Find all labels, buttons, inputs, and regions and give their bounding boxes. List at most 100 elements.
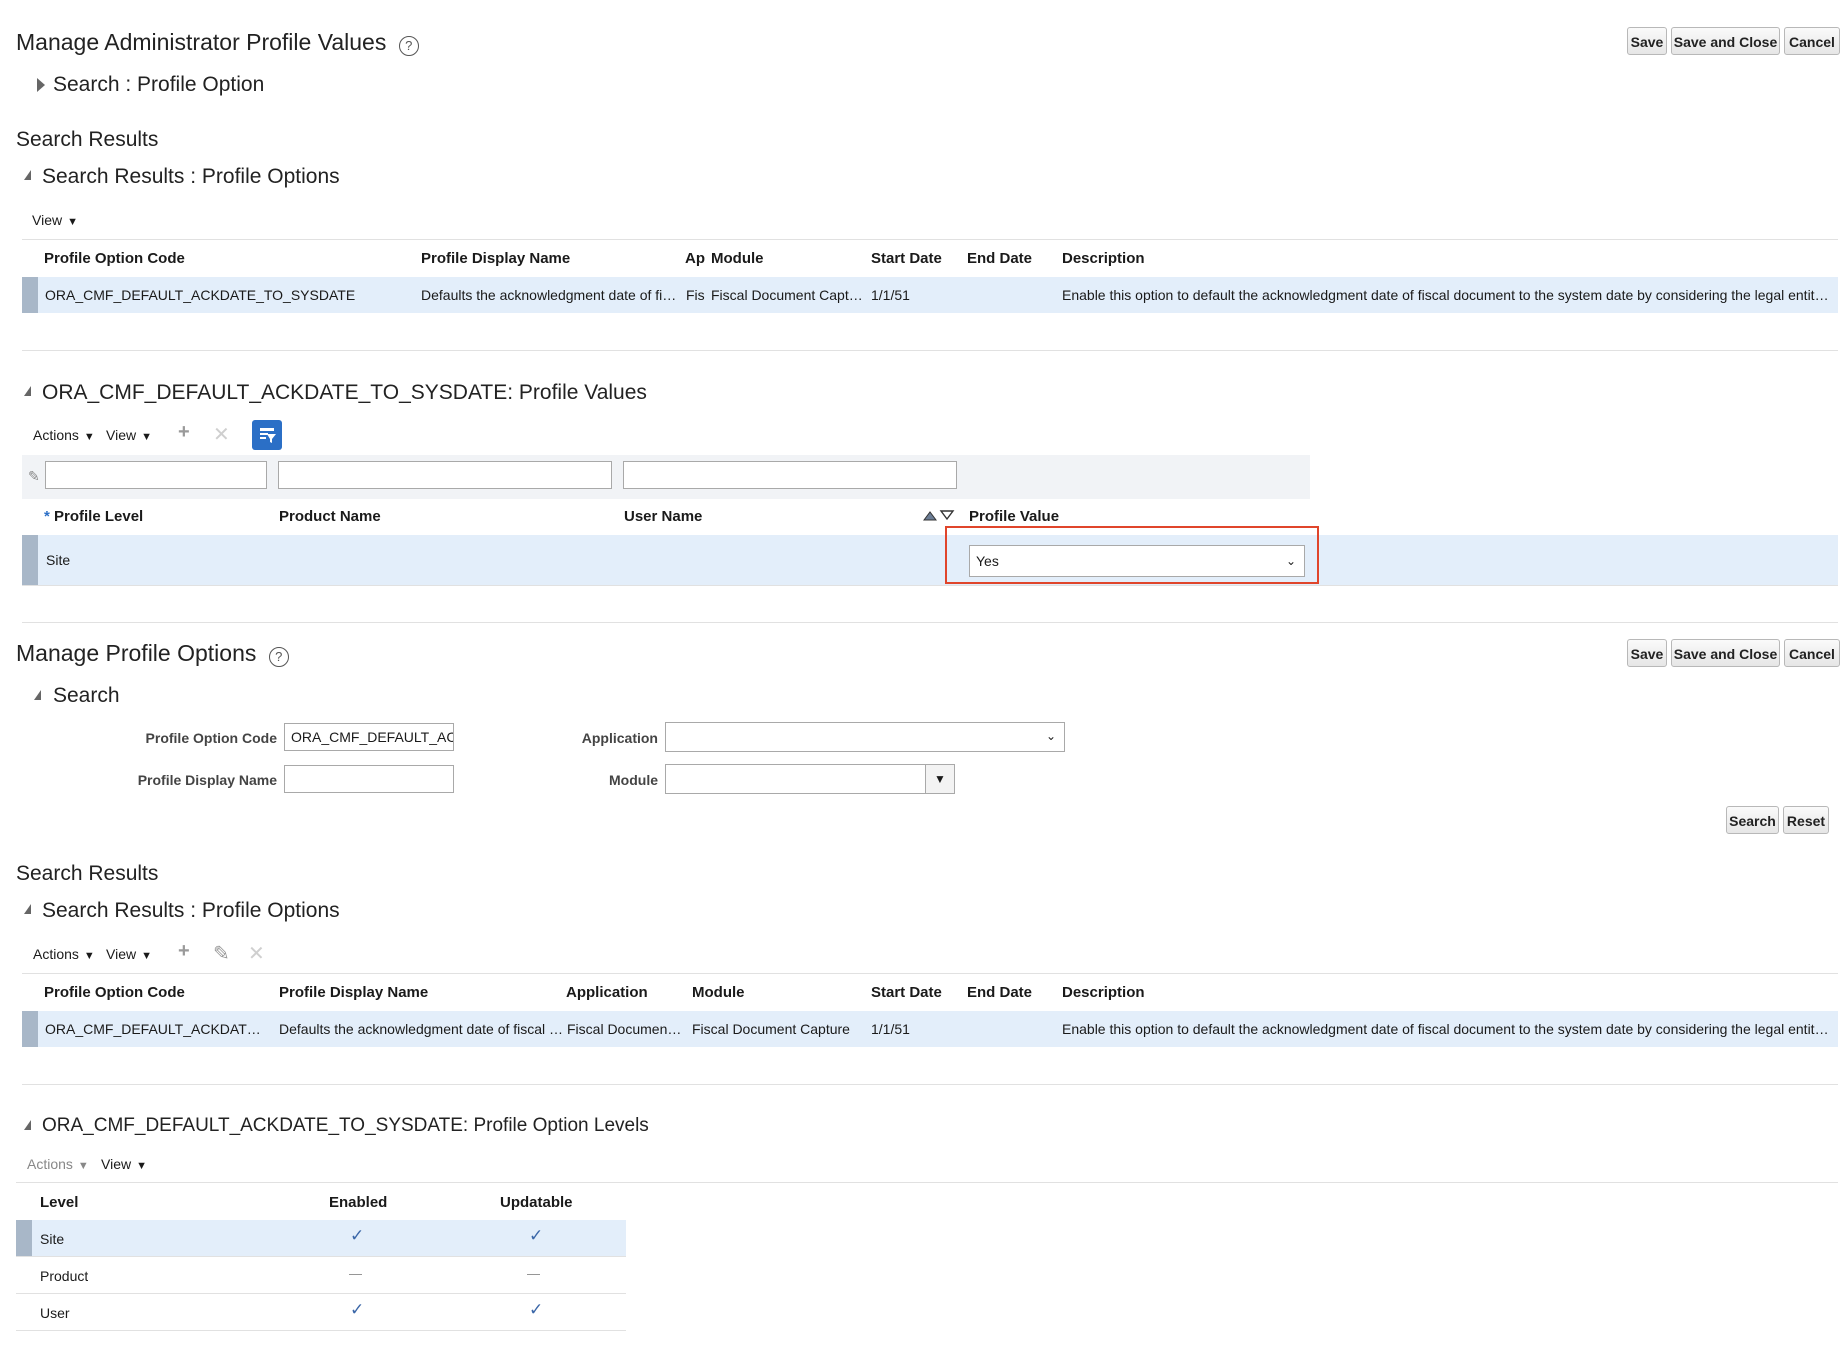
help-circle-icon[interactable]: ? <box>268 647 289 667</box>
profile-value-select[interactable]: Yes ⌄ <box>969 545 1305 577</box>
checkmark-icon: ✓ <box>350 1226 365 1245</box>
cell-display-name: Defaults the acknowledgment date of fi… <box>421 287 677 303</box>
x-icon[interactable]: ✕ <box>248 941 265 966</box>
checkmark-icon: ✓ <box>350 1300 365 1319</box>
level-row-user[interactable]: User ✓ ✓ <box>16 1294 626 1330</box>
col-start-date[interactable]: Start Date <box>871 250 942 267</box>
actions-menu[interactable]: Actions ▼ <box>33 946 95 962</box>
actions-menu[interactable]: Actions ▼ <box>33 427 95 443</box>
filter-user-name-input[interactable] <box>623 461 957 489</box>
divider <box>22 973 1838 974</box>
col-profile-option-code[interactable]: Profile Option Code <box>44 250 185 267</box>
cell-description: Enable this option to default the acknow… <box>1062 1021 1834 1037</box>
expand-triangle-icon[interactable] <box>37 78 45 92</box>
table-row[interactable]: ORA_CMF_DEFAULT_ACKDATE_T… Defaults the … <box>22 1011 1838 1047</box>
view-menu[interactable]: View ▼ <box>32 212 78 228</box>
x-icon[interactable]: ✕ <box>213 422 230 447</box>
collapse-triangle-icon[interactable] <box>24 904 31 914</box>
col-end-date[interactable]: End Date <box>967 250 1032 267</box>
col-profile-display-name[interactable]: Profile Display Name <box>421 250 570 267</box>
plus-icon[interactable]: + <box>178 421 190 444</box>
row-selector[interactable] <box>22 535 38 585</box>
cell-code: ORA_CMF_DEFAULT_ACKDATE_T… <box>45 1021 270 1037</box>
checkmark-icon: ✓ <box>529 1226 544 1245</box>
profile-option-code-input[interactable]: ORA_CMF_DEFAULT_ACK <box>284 723 454 751</box>
view-menu-label: View <box>106 427 137 443</box>
col-updatable[interactable]: Updatable <box>500 1194 573 1211</box>
chevron-down-icon: ▼ <box>141 431 152 443</box>
divider <box>22 622 1838 623</box>
divider <box>22 1084 1838 1085</box>
table-row[interactable]: ORA_CMF_DEFAULT_ACKDATE_TO_SYSDATE Defau… <box>22 277 1838 313</box>
col-user-name[interactable]: User Name <box>624 508 702 525</box>
module-dropdown-button[interactable]: ▼ <box>925 764 955 794</box>
col-profile-option-code[interactable]: Profile Option Code <box>44 984 185 1001</box>
save-and-close-button[interactable]: Save and Close <box>1671 27 1780 55</box>
table-row[interactable]: Site <box>22 535 1838 585</box>
col-profile-level[interactable]: * Profile Level <box>44 508 143 525</box>
col-profile-value[interactable]: Profile Value <box>969 508 1059 525</box>
col-application[interactable]: Ap <box>685 250 705 267</box>
search-profile-option-disclosure[interactable]: Search : Profile Option <box>53 73 264 97</box>
filter-product-name-input[interactable] <box>278 461 612 489</box>
chevron-down-icon: ▼ <box>83 431 95 443</box>
cell-level: User <box>40 1305 70 1321</box>
actions-menu[interactable]: Actions ▼ <box>27 1156 89 1172</box>
help-circle-icon[interactable]: ? <box>398 36 419 56</box>
chevron-down-icon: ▼ <box>934 772 946 786</box>
save-and-close-button[interactable]: Save and Close <box>1671 639 1780 667</box>
chevron-down-icon: ▼ <box>83 950 95 962</box>
search-button[interactable]: Search <box>1726 806 1779 834</box>
collapse-triangle-icon[interactable] <box>24 170 31 180</box>
col-description[interactable]: Description <box>1062 984 1145 1001</box>
plus-icon[interactable]: + <box>178 940 190 963</box>
cell-level: Product <box>40 1268 89 1284</box>
col-start-date[interactable]: Start Date <box>871 984 942 1001</box>
cancel-button[interactable]: Cancel <box>1784 639 1840 667</box>
cell-start-date: 1/1/51 <box>871 287 910 303</box>
profile-option-code-label: Profile Option Code <box>145 730 277 746</box>
application-select[interactable]: ⌄ <box>665 722 1065 752</box>
col-end-date[interactable]: End Date <box>967 984 1032 1001</box>
query-by-example-icon <box>260 428 276 443</box>
cancel-button[interactable]: Cancel <box>1784 27 1840 55</box>
collapse-triangle-icon[interactable] <box>24 1120 31 1130</box>
level-row-site[interactable]: Site ✓ ✓ <box>16 1220 626 1256</box>
search-results-heading: Search Results <box>16 862 159 885</box>
col-application[interactable]: Application <box>566 984 648 1001</box>
view-menu[interactable]: View ▼ <box>106 946 152 962</box>
row-selector[interactable] <box>22 277 38 313</box>
col-profile-level-label: Profile Level <box>54 508 144 525</box>
module-input[interactable] <box>665 764 955 794</box>
sort-asc-desc-icon[interactable] <box>922 508 956 527</box>
row-selector[interactable] <box>16 1220 32 1256</box>
filter-profile-level-input[interactable] <box>45 461 267 489</box>
view-menu[interactable]: View ▼ <box>101 1156 147 1172</box>
col-product-name[interactable]: Product Name <box>279 508 381 525</box>
level-row-product[interactable]: Product — — <box>16 1257 626 1293</box>
view-menu[interactable]: View ▼ <box>106 427 152 443</box>
collapse-triangle-icon[interactable] <box>24 386 31 396</box>
pencil-icon[interactable]: ✎ <box>213 941 230 966</box>
col-module[interactable]: Module <box>692 984 745 1001</box>
save-button[interactable]: Save <box>1627 639 1667 667</box>
profile-display-name-label: Profile Display Name <box>137 772 277 788</box>
divider <box>22 350 1838 351</box>
chevron-down-icon: ▼ <box>141 950 152 962</box>
divider <box>16 1182 1838 1183</box>
profile-display-name-input[interactable] <box>284 765 454 793</box>
chevron-down-icon: ⌄ <box>1045 729 1056 743</box>
col-module[interactable]: Module <box>711 250 764 267</box>
manage-profile-options-title: Manage Profile Options ? <box>16 640 289 667</box>
collapse-triangle-icon[interactable] <box>34 690 41 700</box>
col-profile-display-name[interactable]: Profile Display Name <box>279 984 428 1001</box>
row-selector[interactable] <box>22 1011 38 1047</box>
col-enabled[interactable]: Enabled <box>329 1194 387 1211</box>
chevron-down-icon: ▼ <box>136 1160 147 1172</box>
col-level[interactable]: Level <box>40 1194 78 1211</box>
view-menu-label: View <box>101 1156 132 1172</box>
col-description[interactable]: Description <box>1062 250 1145 267</box>
reset-button[interactable]: Reset <box>1783 806 1829 834</box>
save-button[interactable]: Save <box>1627 27 1667 55</box>
query-by-example-button[interactable] <box>252 420 282 450</box>
